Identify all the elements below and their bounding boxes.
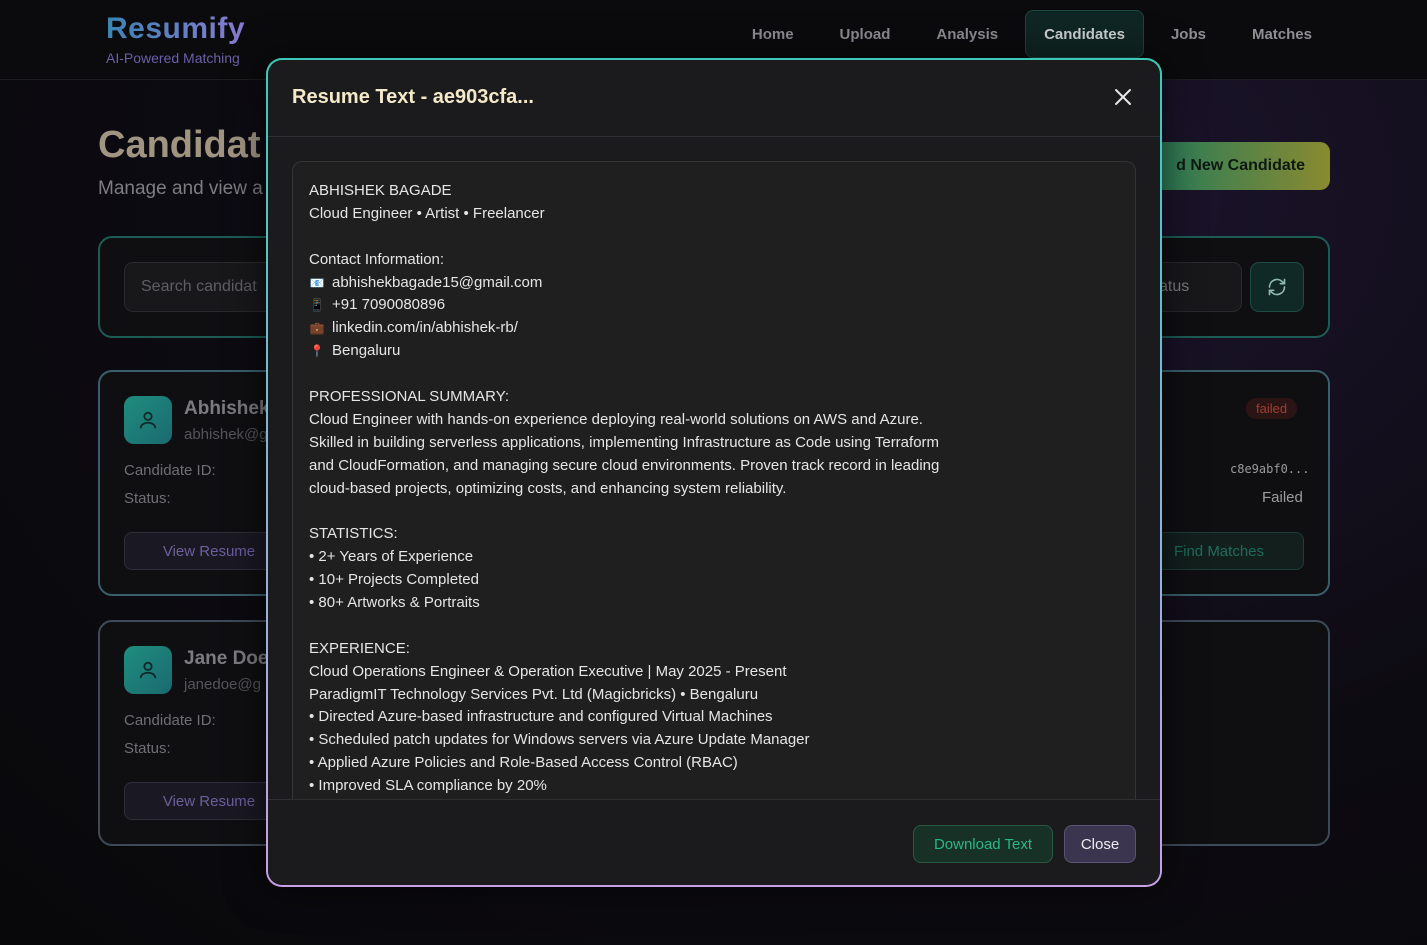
resume-line-text: ABHISHEK BAGADE (309, 182, 452, 199)
candidate-id-label: Candidate ID: (124, 712, 216, 729)
candidate-status-value: Failed (1262, 489, 1303, 506)
briefcase-icon: 💼 (309, 321, 325, 336)
resume-line (309, 500, 1119, 523)
candidate-id-value: c8e9abf0... (1230, 462, 1310, 476)
resume-line-text: Cloud Engineer • Artist • Freelancer (309, 204, 545, 222)
resume-text-content[interactable]: ABHISHEK BAGADE Cloud Engineer • Artist •… (292, 161, 1136, 821)
phone-icon: 📱 (309, 298, 325, 313)
resume-line: ABHISHEK BAGADE (309, 180, 1119, 203)
candidate-email: janedoe@g (184, 676, 261, 693)
resume-line-text: and CloudFormation, and managing secure … (309, 456, 940, 474)
candidate-email: abhishek@g (184, 426, 268, 443)
candidate-status-label: Status: (124, 740, 171, 757)
resume-line (309, 363, 1119, 386)
resume-line: Cloud Operations Engineer & Operation Ex… (309, 661, 1119, 684)
resume-line-text: Skilled in building serverless applicati… (309, 433, 940, 451)
brand-tagline: AI-Powered Matching (106, 50, 240, 66)
resume-line-text: • 10+ Projects Completed (309, 571, 479, 589)
nav-candidates[interactable]: Candidates (1025, 10, 1144, 58)
resume-line-text: PROFESSIONAL SUMMARY: (309, 388, 510, 406)
resume-line-text: STATISTICS: (309, 525, 398, 543)
resume-line: 📧 abhishekbagade15@gmail.com (309, 272, 1119, 295)
add-candidate-button[interactable]: d New Candidate (1140, 142, 1330, 190)
candidate-status-label: Status: (124, 490, 171, 507)
resume-line: 📍 Bengaluru (309, 340, 1119, 363)
nav-analysis[interactable]: Analysis (917, 10, 1017, 58)
resume-line: Cloud Engineer with hands-on experience … (309, 409, 1119, 432)
resume-line-text: Cloud Engineer with hands-on experience … (309, 410, 923, 428)
resume-line: STATISTICS: (309, 523, 1119, 546)
email-icon: 📧 (309, 275, 325, 290)
resume-line: • Directed Azure-based infrastructure an… (309, 706, 1119, 729)
nav-matches[interactable]: Matches (1233, 10, 1331, 58)
resume-line: • 2+ Years of Experience (309, 546, 1119, 569)
resume-line: • Scheduled patch updates for Windows se… (309, 729, 1119, 752)
refresh-icon (1268, 278, 1286, 296)
resume-line: cloud-based projects, optimizing costs, … (309, 478, 1119, 501)
modal-title: Resume Text - ae903cfa... (292, 86, 534, 108)
resume-line-text: linkedin.com/in/abhishek-rb/ (332, 319, 518, 337)
resume-line: Skilled in building serverless applicati… (309, 432, 1119, 455)
status-badge: failed (1246, 398, 1298, 419)
resume-line: Cloud Engineer • Artist • Freelancer (309, 203, 1119, 226)
user-icon (139, 661, 157, 679)
resume-line-text: • Improved SLA compliance by 20% (309, 777, 547, 795)
resume-line-text: Bengaluru (332, 342, 401, 360)
resume-line (309, 226, 1119, 249)
user-icon (139, 411, 157, 429)
resume-line-text: cloud-based projects, optimizing costs, … (309, 479, 787, 497)
resume-line: ParadigmIT Technology Services Pvt. Ltd … (309, 684, 1119, 707)
nav-jobs[interactable]: Jobs (1152, 10, 1225, 58)
resume-line: • Improved SLA compliance by 20% (309, 775, 1119, 798)
location-pin-icon: 📍 (309, 344, 325, 359)
resume-line-text: • Scheduled patch updates for Windows se… (309, 731, 810, 749)
modal-header: Resume Text - ae903cfa... (268, 60, 1160, 137)
resume-line-text: ParadigmIT Technology Services Pvt. Ltd … (309, 685, 759, 703)
brand-logo[interactable]: Resumify (106, 12, 245, 46)
resume-line (309, 615, 1119, 638)
candidate-name: Jane Doe (184, 648, 269, 669)
nav-upload[interactable]: Upload (821, 10, 910, 58)
download-text-button[interactable]: Download Text (913, 825, 1053, 863)
resume-line: PROFESSIONAL SUMMARY: (309, 386, 1119, 409)
resume-line-text: • 2+ Years of Experience (309, 548, 474, 566)
resume-line-text: Cloud Operations Engineer & Operation Ex… (309, 662, 787, 680)
resume-line: • 80+ Artworks & Portraits (309, 592, 1119, 615)
resume-line: EXPERIENCE: (309, 638, 1119, 661)
close-button[interactable]: Close (1064, 825, 1136, 863)
resume-line-text: • 80+ Artworks & Portraits (309, 594, 480, 612)
page-title: Candidat (98, 124, 261, 166)
resume-line-text: abhishekbagade15@gmail.com (332, 273, 543, 291)
nav-home[interactable]: Home (733, 10, 813, 58)
resume-text-modal: Resume Text - ae903cfa... ABHISHEK BAGAD… (266, 58, 1162, 887)
close-icon (1115, 89, 1131, 105)
resume-line: and CloudFormation, and managing secure … (309, 455, 1119, 478)
modal-close-button[interactable] (1110, 84, 1136, 110)
page-subtitle: Manage and view a (98, 178, 263, 199)
avatar (124, 396, 172, 444)
avatar (124, 646, 172, 694)
resume-line-text: EXPERIENCE: (309, 639, 410, 657)
resume-line: Contact Information: (309, 249, 1119, 272)
resume-line: 💼 linkedin.com/in/abhishek-rb/ (309, 317, 1119, 340)
resume-line-text: Contact Information: (309, 250, 445, 268)
refresh-button[interactable] (1250, 262, 1304, 312)
resume-line-text: • Directed Azure-based infrastructure an… (309, 708, 773, 726)
main-nav: Home Upload Analysis Candidates Jobs Mat… (733, 10, 1331, 58)
resume-line-text: • Applied Azure Policies and Role-Based … (309, 754, 738, 772)
resume-line: • 10+ Projects Completed (309, 569, 1119, 592)
candidate-id-label: Candidate ID: (124, 462, 216, 479)
modal-footer: Download Text Close (268, 799, 1160, 885)
resume-line-text: +91 7090080896 (332, 296, 446, 314)
resume-line: • Applied Azure Policies and Role-Based … (309, 752, 1119, 775)
candidate-name: Abhishek (184, 398, 270, 419)
resume-line: 📱 +91 7090080896 (309, 294, 1119, 317)
